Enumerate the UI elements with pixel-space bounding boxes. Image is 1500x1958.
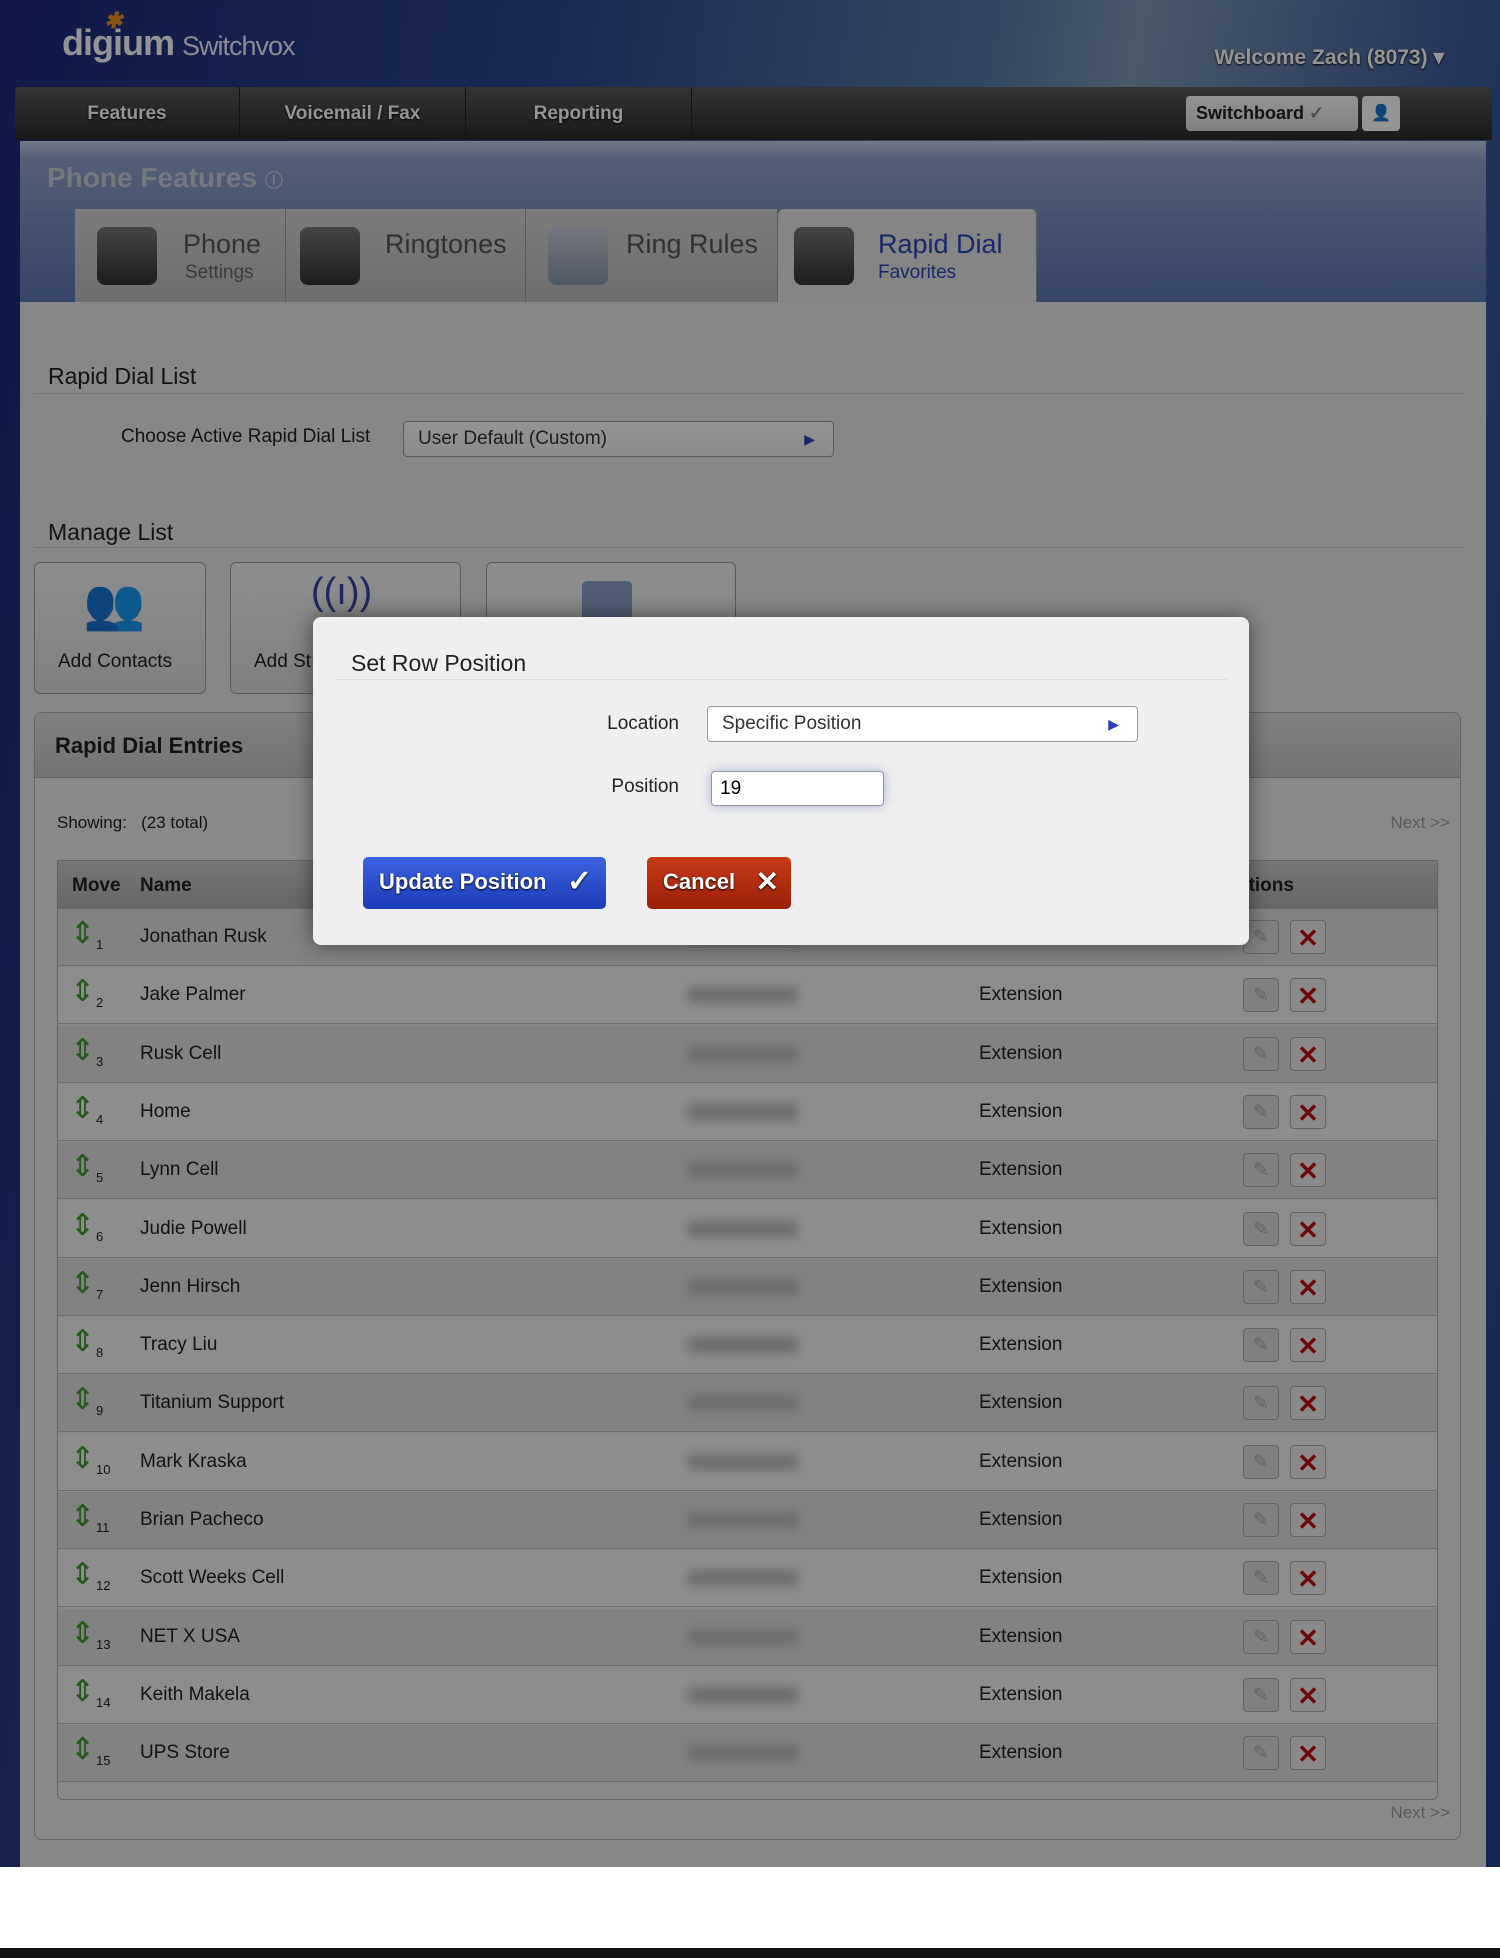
divider <box>335 679 1227 680</box>
position-label: Position <box>611 776 679 797</box>
update-position-button[interactable]: Update Position ✓ <box>363 857 606 909</box>
location-select[interactable]: Specific Position ▶ <box>707 706 1138 742</box>
location-label: Location <box>607 713 679 734</box>
position-input[interactable] <box>711 771 884 806</box>
set-row-position-dialog: Set Row Position Location Specific Posit… <box>313 617 1249 945</box>
dialog-title: Set Row Position <box>351 650 527 676</box>
close-icon: ✕ <box>755 866 779 897</box>
cancel-button[interactable]: Cancel ✕ <box>647 857 791 909</box>
bottom-edge <box>0 1948 1500 1958</box>
arrow-right-icon: ▶ <box>1108 715 1119 732</box>
page-footer <box>0 1867 1500 1948</box>
check-icon: ✓ <box>566 865 592 898</box>
